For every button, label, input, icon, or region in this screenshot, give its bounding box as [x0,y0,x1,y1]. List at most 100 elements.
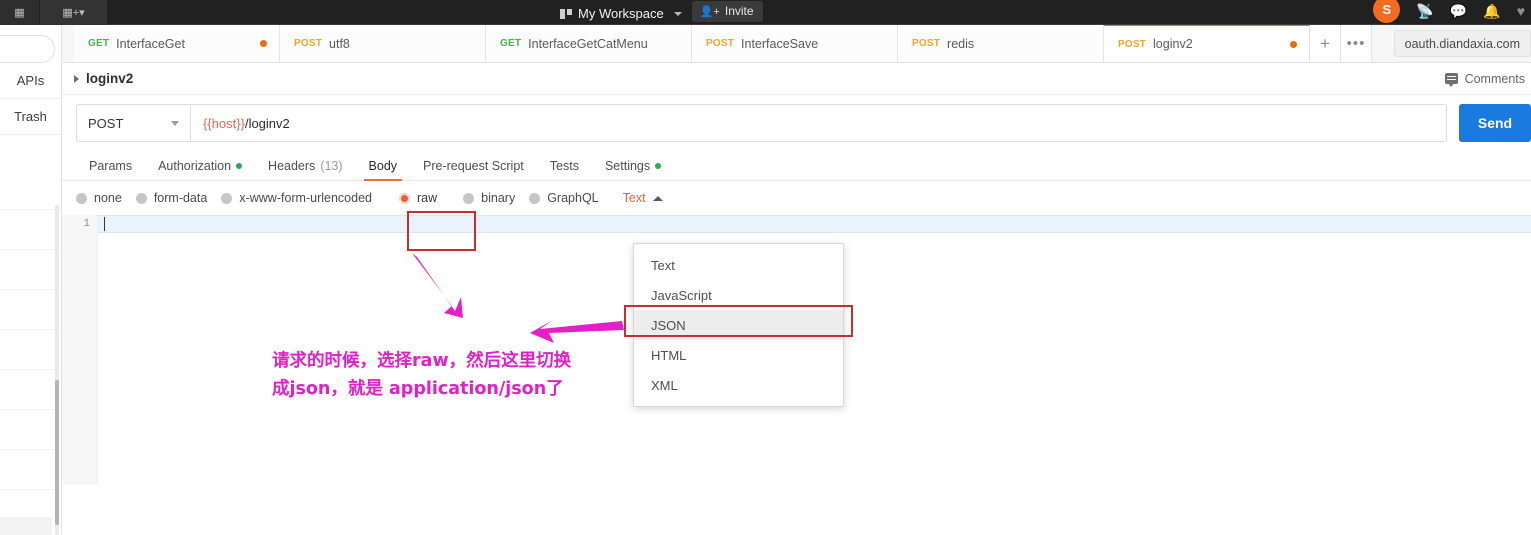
body-type-x-www-form-urlencoded[interactable]: x-www-form-urlencoded [221,191,386,205]
sidebar-item-apis[interactable]: APIs [0,63,61,99]
body-type-label: x-www-form-urlencoded [239,191,372,205]
annotation-text-line2: 成json，就是 application/json了 [272,379,564,399]
body-type-label: none [94,191,122,205]
sidebar-scrollbar-thumb[interactable] [55,380,59,525]
radio-icon [135,192,147,204]
body-type-none[interactable]: none [76,191,136,205]
sidebar-item-label: APIs [16,73,45,88]
request-tab-redis[interactable]: POST redis [898,25,1104,62]
comments-label: Comments [1464,71,1525,86]
tab-label: Authorization [158,159,232,173]
tab-method-label: GET [88,38,110,49]
list-item[interactable] [0,210,61,250]
url-variable: {{host}} [203,115,245,131]
list-item[interactable] [0,330,61,370]
sidebar-collection-list [0,170,61,490]
sidebar-item-label: Trash [14,109,47,124]
dropdown-item-text[interactable]: Text [634,250,843,280]
tab-body[interactable]: Body [356,159,411,181]
ellipsis-icon: ••• [1346,35,1366,52]
heart-icon[interactable]: ♥ [1517,4,1525,18]
sync-icon[interactable]: 📡 [1416,4,1433,18]
body-type-binary[interactable]: binary [451,191,529,205]
status-dot-icon [655,163,662,169]
tab-label: Params [89,159,133,173]
http-method-value: POST [88,115,124,131]
raw-format-dropdown-trigger[interactable]: Text [623,191,663,205]
tab-method-label: POST [1118,38,1147,50]
workspace-selector[interactable]: My Workspace [560,4,682,21]
tab-label: Headers [268,159,316,173]
comment-icon[interactable]: 💬 [1450,4,1467,18]
annotation-text-line1: 请求的时候，选择raw，然后这里切换 [272,351,572,371]
tab-authorization[interactable]: Authorization [145,159,255,180]
body-type-graphql[interactable]: GraphQL [529,191,612,205]
invite-label: Invite [724,4,754,18]
tab-label: Tests [549,159,579,173]
tab-label: Body [368,159,398,173]
editor-active-line [98,215,1531,233]
annotation-highlight-raw [407,211,476,251]
new-tab-button[interactable]: ▦+▾ [40,0,108,25]
list-item[interactable] [0,410,61,450]
tab-label: Settings [604,159,651,173]
invite-button[interactable]: 👤+ Invite [691,1,763,22]
body-type-label: GraphQL [547,191,599,205]
list-item[interactable] [0,250,61,290]
tab-name-label: loginv2 [1153,37,1193,51]
request-tab-loginv2[interactable]: POST loginv2 [1104,25,1310,62]
dropdown-item-html[interactable]: HTML [634,340,843,370]
request-tab-interfacegetcatmenu[interactable]: GET InterfaceGetCatMenu [486,25,692,62]
tab-params[interactable]: Params [76,159,145,180]
url-row: POST {{host}}/loginv2 Send [62,95,1531,151]
dropdown-item-xml[interactable]: XML [634,370,843,400]
chevron-down-icon [171,120,179,126]
request-tab-utf8[interactable]: POST utf8 [280,25,486,62]
body-type-raw[interactable]: raw [386,191,451,205]
tab-headers[interactable]: Headers (13) [255,159,355,180]
list-item[interactable] [0,370,61,410]
back-forward-button[interactable]: ▦ [0,0,40,25]
tab-options-button[interactable]: ••• [1341,25,1372,62]
person-add-icon: 👤+ [699,5,720,18]
tab-method-label: POST [912,38,941,49]
body-type-form-data[interactable]: form-data [135,191,222,205]
tab-settings[interactable]: Settings [592,159,674,180]
tab-tests[interactable]: Tests [537,159,592,180]
comments-button[interactable]: Comments [1444,71,1531,87]
bell-icon[interactable]: 🔔 [1483,4,1500,18]
sidebar-footer [0,517,52,535]
breadcrumb[interactable]: loginv2 [74,71,133,86]
http-method-select[interactable]: POST [76,104,190,142]
body-type-label: raw [417,191,438,205]
sidebar-search-input[interactable] [0,35,55,63]
body-type-label: binary [481,191,516,205]
breadcrumb-row: loginv2 Comments [62,63,1531,95]
chevron-right-icon[interactable] [74,74,79,83]
editor-gutter: 1 [62,215,98,485]
body-type-row: none form-data x-www-form-urlencoded raw… [62,181,1531,215]
url-input[interactable]: {{host}}/loginv2 [190,104,1447,142]
avatar[interactable]: S [1373,0,1401,23]
annotation-text: 请求的时候，选择raw，然后这里切换 成json，就是 application/… [272,347,642,403]
dropdown-item-label: HTML [651,347,687,363]
tab-pre-request-script[interactable]: Pre-request Script [410,159,537,180]
tab-label: Pre-request Script [423,159,524,173]
tab-method-label: GET [500,38,522,49]
workspace-selector-group: My Workspace 👤+ Invite [560,0,763,25]
tab-name-label: InterfaceGet [116,36,185,51]
sidebar-item-trash[interactable]: Trash [0,99,61,135]
chevron-up-icon [652,195,663,201]
header-left-buttons: ▦ ▦+▾ [0,0,108,25]
list-item[interactable] [0,170,61,210]
new-request-tab-button[interactable]: + [1310,25,1341,62]
sidebar-scrollbar[interactable] [55,205,59,535]
list-item[interactable] [0,450,61,490]
list-item[interactable] [0,290,61,330]
radio-icon-selected [399,192,410,204]
environment-selector[interactable]: oauth.diandaxia.com [1393,30,1531,57]
request-tab-interfacesave[interactable]: POST InterfaceSave [692,25,898,62]
request-tab-interfaceget[interactable]: GET InterfaceGet [74,25,280,62]
headers-count-badge: (13) [320,159,343,173]
send-button[interactable]: Send [1459,104,1531,142]
